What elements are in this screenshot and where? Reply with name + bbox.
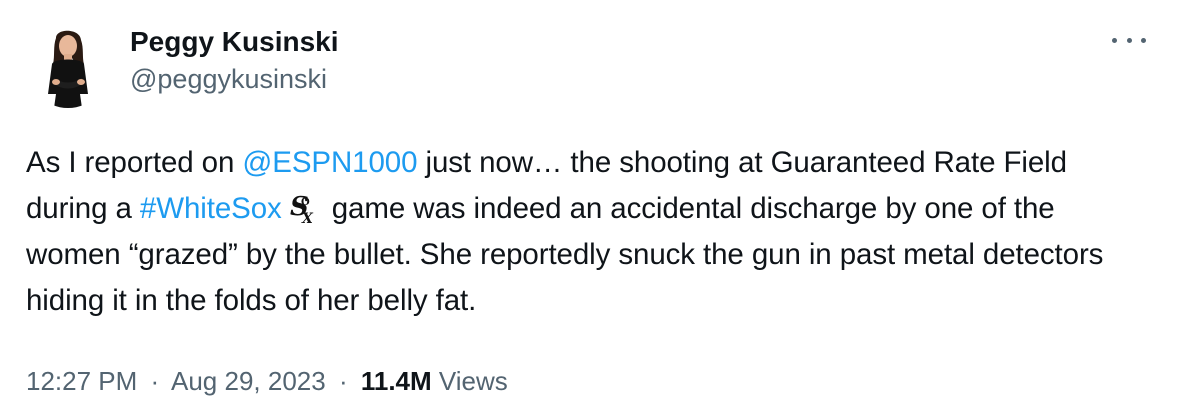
more-horizontal-icon	[1112, 37, 1117, 43]
author-display-name[interactable]: Peggy Kusinski	[130, 24, 339, 60]
meta-separator: ·	[338, 366, 348, 396]
tweet-text-segment: As I reported on	[26, 146, 243, 179]
meta-separator: ·	[150, 366, 160, 396]
hashtag-link[interactable]: #WhiteSox	[140, 192, 282, 225]
avatar[interactable]	[26, 24, 110, 108]
author-block: Peggy Kusinski @peggykusinski	[130, 24, 339, 96]
white-sox-logo-emoji: S X O	[288, 191, 318, 227]
views-label: Views	[438, 366, 508, 396]
author-handle[interactable]: @peggykusinski	[130, 62, 339, 96]
tweet-meta: 12:27 PM · Aug 29, 2023 · 11.4M Views	[26, 364, 508, 398]
tweet-text: As I reported on @ESPN1000 just now… the…	[26, 140, 1146, 324]
more-horizontal-icon-dot-2	[1126, 37, 1132, 43]
avatar-image	[26, 24, 110, 108]
more-horizontal-icon-dot-3	[1141, 37, 1146, 43]
mention-link[interactable]: @ESPN1000	[242, 146, 417, 179]
tweet-time[interactable]: 12:27 PM	[26, 366, 137, 396]
tweet-date[interactable]: Aug 29, 2023	[171, 366, 326, 396]
more-options-button[interactable]	[1112, 30, 1146, 50]
views-count[interactable]: 11.4M	[361, 366, 432, 396]
tweet-card: Peggy Kusinski @peggykusinski As I repor…	[0, 0, 1184, 412]
svg-text:O: O	[301, 197, 310, 208]
svg-text:X: X	[301, 211, 314, 225]
